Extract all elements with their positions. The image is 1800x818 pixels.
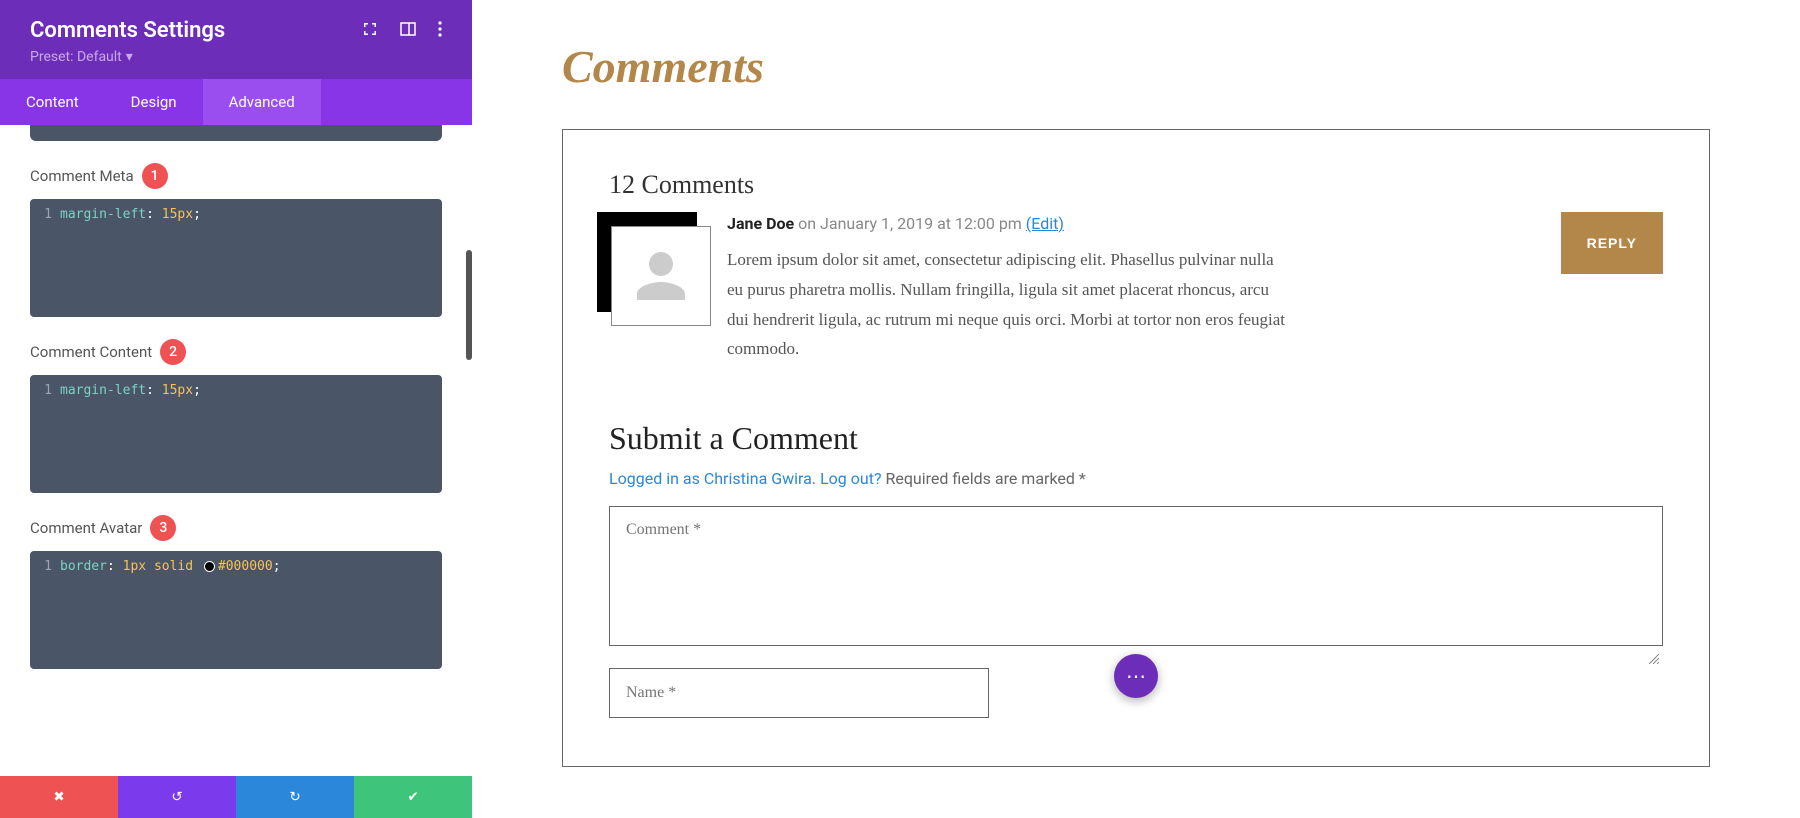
sidebar-footer: ✖ ↺ ↻ ✔ [0, 776, 472, 818]
sidebar-header: Comments Settings Preset: Default ▾ [0, 0, 472, 79]
tab-advanced[interactable]: Advanced [203, 79, 321, 125]
comment-meta: Jane Doe on January 1, 2019 at 12:00 pm … [727, 214, 1663, 233]
css-editor-comment-avatar[interactable]: 1 border: 1px solid #000000; [30, 551, 442, 669]
redo-button[interactable]: ↻ [236, 776, 354, 818]
undo-icon: ↺ [171, 789, 182, 805]
logout-link[interactable]: Log out? [820, 469, 881, 488]
comment-textarea[interactable] [609, 506, 1663, 646]
section-label-comment-content: Comment Content 2 [30, 339, 442, 365]
css-editor-comment-content[interactable]: 1 margin-left: 15px; [30, 375, 442, 493]
settings-sidebar: Comments Settings Preset: Default ▾ Cont… [0, 0, 472, 818]
section-label-comment-meta: Comment Meta 1 [30, 163, 442, 189]
comment-author: Jane Doe [727, 214, 794, 233]
sidebar-title: Comments Settings [30, 18, 225, 43]
comment-date: on January 1, 2019 at 12:00 pm [798, 214, 1022, 233]
chevron-down-icon: ▾ [126, 49, 133, 65]
tab-design[interactable]: Design [105, 79, 203, 125]
redo-icon: ↻ [289, 789, 300, 805]
name-input[interactable] [609, 668, 989, 718]
css-editor-comment-meta[interactable]: 1 margin-left: 15px; [30, 199, 442, 317]
annotation-badge-1: 1 [142, 163, 168, 189]
comment-item: Jane Doe on January 1, 2019 at 12:00 pm … [609, 212, 1663, 364]
undo-button[interactable]: ↺ [118, 776, 236, 818]
more-icon[interactable] [438, 21, 442, 41]
check-icon: ✔ [407, 789, 418, 805]
comment-edit-link[interactable]: (Edit) [1026, 214, 1064, 233]
line-number: 1 [30, 381, 60, 487]
logged-in-link[interactable]: Logged in as Christina Gwira [609, 469, 812, 488]
reply-button[interactable]: REPLY [1561, 212, 1663, 274]
resize-handle-icon[interactable] [1649, 654, 1659, 664]
comments-count: 12 Comments [609, 170, 1663, 200]
comments-container: 12 Comments Jane Doe on January 1, 2019 … [562, 129, 1710, 767]
close-icon: ✖ [53, 789, 64, 805]
close-button[interactable]: ✖ [0, 776, 118, 818]
expand-icon[interactable] [362, 21, 378, 41]
code-line[interactable]: margin-left: 15px; [60, 381, 442, 487]
sidebar-tabs: Content Design Advanced [0, 79, 472, 125]
submit-heading: Submit a Comment [609, 420, 1663, 457]
tab-content[interactable]: Content [0, 79, 105, 125]
annotation-badge-2: 2 [160, 339, 186, 365]
save-button[interactable]: ✔ [354, 776, 472, 818]
fab-more-button[interactable]: ⋯ [1114, 654, 1158, 698]
collapsed-section[interactable] [30, 125, 442, 141]
comment-text: Lorem ipsum dolor sit amet, consectetur … [727, 245, 1287, 364]
section-label-comment-avatar: Comment Avatar 3 [30, 515, 442, 541]
dots-horizontal-icon: ⋯ [1126, 664, 1146, 688]
panel-icon[interactable] [400, 21, 416, 41]
submit-meta: Logged in as Christina Gwira. Log out? R… [609, 469, 1663, 488]
avatar-wrapper [609, 212, 709, 322]
preset-selector[interactable]: Preset: Default ▾ [30, 49, 442, 65]
code-line[interactable]: border: 1px solid #000000; [60, 557, 442, 663]
preview-pane: Comments 12 Comments Jane Doe on January… [472, 0, 1800, 818]
sidebar-body: Comment Meta 1 1 margin-left: 15px; Comm… [0, 125, 472, 776]
line-number: 1 [30, 557, 60, 663]
user-icon [625, 240, 697, 312]
line-number: 1 [30, 205, 60, 311]
avatar [611, 226, 711, 326]
required-note: Required fields are marked * [885, 469, 1085, 488]
code-line[interactable]: margin-left: 15px; [60, 205, 442, 311]
comments-heading: Comments [562, 40, 1710, 93]
annotation-badge-3: 3 [150, 515, 176, 541]
